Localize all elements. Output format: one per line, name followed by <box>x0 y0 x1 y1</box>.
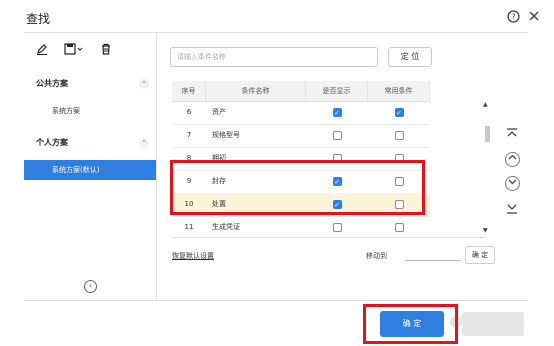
save-icon[interactable] <box>64 43 84 59</box>
move-up-icon[interactable] <box>505 152 520 167</box>
annotation-red-box-ok <box>363 304 458 344</box>
cancel-button[interactable] <box>462 312 524 336</box>
footer-divider <box>24 300 528 301</box>
sidebar-toolbar <box>36 43 112 59</box>
show-checkbox[interactable] <box>332 222 342 232</box>
annotation-red-box-rows <box>170 160 425 215</box>
row-show-cell: ✓ <box>306 101 368 124</box>
common-checkbox[interactable]: ✓ <box>394 107 404 117</box>
table-row[interactable]: 7 规格型号 <box>172 124 430 148</box>
row-show-cell <box>306 216 368 237</box>
scrollbar-thumb[interactable] <box>485 126 490 142</box>
plan-item-personal-system-default[interactable]: 系统方案(默认) <box>24 160 156 180</box>
row-condition-name: 资产 <box>212 108 226 116</box>
restore-default-link[interactable]: 恢复默认设置 <box>172 251 214 261</box>
svg-text:?: ? <box>511 13 515 22</box>
search-input[interactable] <box>170 47 378 67</box>
header-show: 是否显示 <box>306 81 368 101</box>
move-down-icon[interactable] <box>505 176 520 191</box>
plan-sidebar: 公共方案 ⌃ 系统方案 个人方案 ⌃ 系统方案(默认) ‹ <box>24 33 157 300</box>
locate-button[interactable]: 定 位 <box>388 47 432 67</box>
row-condition-name: 生成凭证 <box>212 223 240 231</box>
row-common-cell <box>368 124 430 147</box>
move-to-label: 移动到 <box>366 252 387 260</box>
table-row[interactable]: 11 生成凭证 <box>172 216 430 237</box>
chevron-up-icon[interactable]: ⌃ <box>139 138 149 148</box>
row-number: 11 <box>184 223 194 231</box>
group-title-personal: 个人方案 <box>36 138 68 147</box>
common-checkbox[interactable] <box>394 130 404 140</box>
move-bottom-icon[interactable] <box>505 201 519 218</box>
header-name: 条件名称 <box>206 81 306 101</box>
common-checkbox[interactable] <box>394 222 404 232</box>
row-common-cell: ✓ <box>368 101 430 124</box>
move-confirm-button[interactable]: 确 定 <box>465 246 495 264</box>
group-title-public: 公共方案 <box>36 79 68 88</box>
row-common-cell <box>368 216 430 237</box>
collapse-left-icon[interactable]: ‹ <box>84 280 97 293</box>
table-scrollbar[interactable]: ▲ ▼ <box>481 99 491 237</box>
delete-icon[interactable] <box>100 43 112 59</box>
move-to-input[interactable] <box>405 260 461 261</box>
chevron-up-icon[interactable]: ⌃ <box>139 79 149 89</box>
row-condition-name: 规格型号 <box>212 131 240 139</box>
dialog-title: 查找 <box>26 12 51 26</box>
row-show-cell <box>306 124 368 147</box>
row-number: 6 <box>186 108 192 116</box>
row-number: 7 <box>186 131 192 139</box>
header-common: 常用条件 <box>368 81 430 101</box>
show-checkbox[interactable]: ✓ <box>332 107 342 117</box>
table-row[interactable]: 6 资产 ✓ ✓ <box>172 101 430 125</box>
show-checkbox[interactable] <box>332 130 342 140</box>
move-top-icon[interactable] <box>505 127 519 144</box>
plan-item-public-system[interactable]: 系统方案 <box>24 101 156 121</box>
table-header: 序号 条件名称 是否显示 常用条件 <box>172 81 430 102</box>
header-no: 序号 <box>172 81 206 101</box>
edit-icon[interactable] <box>36 43 48 59</box>
scroll-down-arrow-icon[interactable]: ▼ <box>483 227 488 234</box>
help-circle-icon[interactable]: ? <box>507 10 520 27</box>
title-actions: ? <box>507 10 540 27</box>
scroll-up-arrow-icon[interactable]: ▲ <box>483 101 488 108</box>
close-icon[interactable] <box>528 10 540 27</box>
